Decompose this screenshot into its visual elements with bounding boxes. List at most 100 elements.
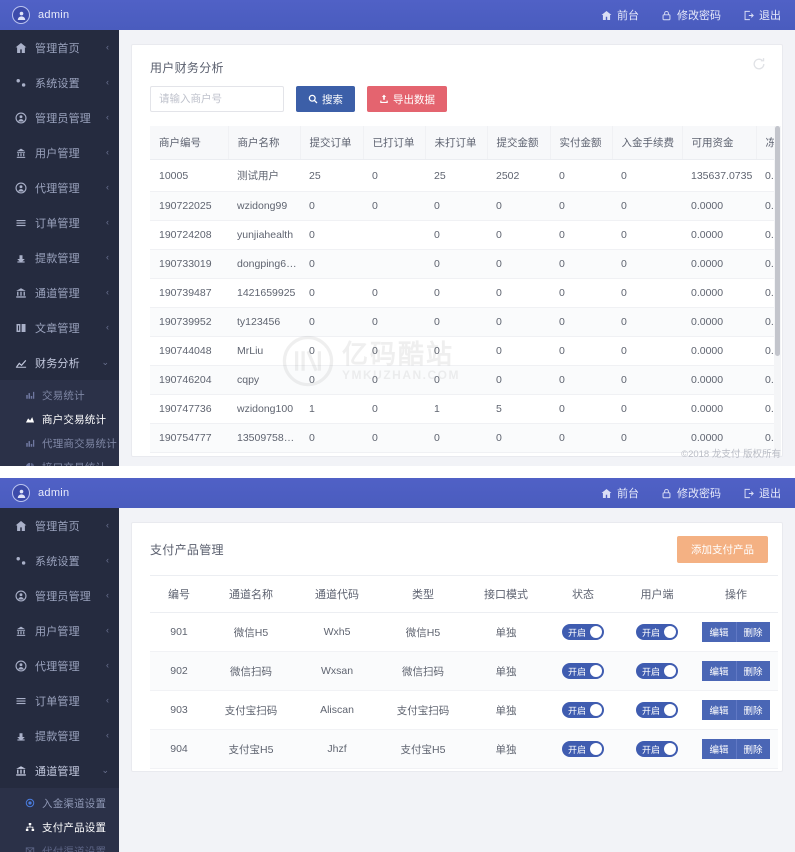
status-toggle[interactable]: 开启 (561, 624, 604, 640)
delete-button[interactable]: 删除 (735, 622, 770, 642)
sidebar: 管理首页 ‹ 系统设置 ‹ 管理员管理 ‹ 用户管理 ‹ 代理管理 ‹ 订单管理 ‹ 提款管理 ‹ 通道管理… (0, 30, 119, 466)
product-row[interactable]: 903 支付宝扫码 Aliscan 支付宝扫码 单独 开启 开启 编辑 删除 (150, 690, 778, 730)
table-row[interactable]: 190739487 1421659925 0 0 0 0 0 0 0.0000 0.0 (150, 278, 781, 308)
topbar-action-logout[interactable]: 退出 (743, 485, 781, 501)
topbar-action-change-password[interactable]: 修改密码 (661, 485, 721, 501)
table-row[interactable]: 190739952 ty123456 0 0 0 0 0 0 0.0000 0.0 (150, 307, 781, 337)
toggle-knob (664, 704, 676, 716)
topbar-actions-2: 前台 修改密码 退出 (601, 478, 781, 508)
topbar-user-area[interactable]: admin (0, 6, 120, 24)
client-toggle[interactable]: 开启 (635, 663, 678, 679)
sidebar2-item-3[interactable]: 用户管理 ‹ (0, 613, 119, 648)
table-cell: 0.0000 (682, 220, 756, 250)
edit-button[interactable]: 编辑 (702, 661, 736, 681)
client-toggle[interactable]: 开启 (635, 624, 678, 640)
sidebar-item-2[interactable]: 管理员管理 ‹ (0, 100, 119, 135)
table-row[interactable]: 190747736 wzidong100 1 0 1 5 0 0 0.0000 0.0 (150, 394, 781, 424)
toggle-knob (664, 665, 676, 677)
product-row[interactable]: 902 微信扫码 Wxsan 微信扫码 单独 开启 开启 编辑 删除 (150, 651, 778, 691)
sidebar-subitem-1[interactable]: 商户交易统计 (0, 407, 119, 431)
table-cell: 0.0000 (682, 278, 756, 308)
product-mode: 单独 (466, 690, 546, 730)
status-toggle[interactable]: 开启 (561, 663, 604, 679)
client-toggle[interactable]: 开启 (635, 702, 678, 718)
home-icon (14, 520, 28, 532)
chevron-icon: ‹ (106, 730, 109, 740)
sidebar-subitem-3[interactable]: 接口交易统计 (0, 455, 119, 466)
sidebar-item-1[interactable]: 系统设置 ‹ (0, 65, 119, 100)
sidebar-item-9[interactable]: 财务分析 ⌄ (0, 345, 119, 380)
edit-button[interactable]: 编辑 (702, 622, 736, 642)
status-toggle[interactable]: 开启 (561, 702, 604, 718)
table-cell: MrLiu (228, 336, 300, 366)
table-row[interactable]: 190744048 MrLiu 0 0 0 0 0 0 0.0000 0.0 (150, 336, 781, 366)
sidebar-item-7[interactable]: 通道管理 ‹ (0, 275, 119, 310)
product-row[interactable]: 901 微信H5 Wxh5 微信H5 单独 开启 开启 编辑 删除 (150, 612, 778, 652)
scrollbar-thumb[interactable] (775, 126, 780, 356)
product-code: Aliscan (294, 690, 380, 730)
sidebar2-item-5[interactable]: 订单管理 ‹ (0, 683, 119, 718)
sidebar-subitem-0[interactable]: 交易统计 (0, 383, 119, 407)
table-cell: 0 (300, 452, 363, 456)
product-actions-cell: 编辑 删除 (694, 729, 778, 769)
sidebar2-item-6[interactable]: 提款管理 ‹ (0, 718, 119, 753)
sidebar-item-6[interactable]: 提款管理 ‹ (0, 240, 119, 275)
product-column-header: 状态 (546, 575, 620, 613)
product-mode: 单独 (466, 651, 546, 691)
table-row[interactable]: 190722025 wzidong99 0 0 0 0 0 0 0.0000 0.0 (150, 191, 781, 221)
product-row[interactable]: 904 支付宝H5 Jhzf 支付宝H5 单独 开启 开启 编辑 删除 (150, 729, 778, 769)
table-cell: 0 (487, 220, 550, 250)
table-row[interactable]: 10005 测试用户 25 0 25 2502 0 0 135637.0735 0.0 (150, 159, 781, 192)
delete-button[interactable]: 删除 (735, 739, 770, 759)
sidebar-item-4[interactable]: 代理管理 ‹ (0, 170, 119, 205)
sidebar2-item-7[interactable]: 通道管理 ⌄ (0, 753, 119, 788)
sidebar2-subitem-0[interactable]: 入金渠道设置 (0, 791, 119, 815)
bar-chart-icon (24, 438, 36, 448)
topbar-action-change-password[interactable]: 修改密码 (661, 7, 721, 23)
add-payment-product-button[interactable]: 添加支付产品 (677, 536, 768, 563)
search-input[interactable] (150, 86, 284, 112)
refresh-icon[interactable] (752, 57, 766, 71)
book-icon (14, 322, 28, 334)
pie-chart-icon (24, 462, 36, 466)
chevron-icon: ‹ (106, 660, 109, 670)
table-row[interactable]: 190733019 dongping68… 0 0 0 0 0 0.0000 0.0 (150, 249, 781, 279)
sidebar-subitem-2[interactable]: 代理商交易统计 (0, 431, 119, 455)
topbar-user-area-2[interactable]: admin (0, 484, 120, 502)
search-button[interactable]: 搜索 (296, 86, 355, 112)
table-cell: 0 (550, 365, 612, 395)
sidebar2-subitem-2[interactable]: 代付渠道设置 (0, 839, 119, 852)
sidebar2-item-1[interactable]: 系统设置 ‹ (0, 543, 119, 578)
table-row[interactable]: 190724208 yunjiahealth 0 0 0 0 0 0.0000 0.0 (150, 220, 781, 250)
client-toggle[interactable]: 开启 (635, 741, 678, 757)
sidebar2-item-2[interactable]: 管理员管理 ‹ (0, 578, 119, 613)
table-cell: 1 (300, 394, 363, 424)
sidebar-item-3[interactable]: 用户管理 ‹ (0, 135, 119, 170)
sidebar2-item-4[interactable]: 代理管理 ‹ (0, 648, 119, 683)
status-toggle[interactable]: 开启 (561, 741, 604, 757)
users-icon (14, 147, 28, 159)
sidebar-item-label: 代理管理 (35, 182, 80, 195)
export-button[interactable]: 导出数据 (367, 86, 447, 112)
table-cell: 0.0000 (682, 336, 756, 366)
topbar-action-logout[interactable]: 退出 (743, 7, 781, 23)
sidebar-item-0[interactable]: 管理首页 ‹ (0, 30, 119, 65)
top-bar-2: admin 前台 修改密码 退出 (0, 478, 795, 508)
topbar-action-frontend[interactable]: 前台 (601, 7, 639, 23)
delete-button[interactable]: 删除 (735, 661, 770, 681)
table-cell: 190746204 (150, 365, 228, 395)
edit-button[interactable]: 编辑 (702, 739, 736, 759)
edit-button[interactable]: 编辑 (702, 700, 736, 720)
table-cell: 190754777 (150, 423, 228, 453)
circle-dot-icon (24, 798, 36, 808)
topbar-action-frontend[interactable]: 前台 (601, 485, 639, 501)
sidebar-item-8[interactable]: 文章管理 ‹ (0, 310, 119, 345)
table-row[interactable]: 190746204 cqpy 0 0 0 0 0 0 0.0000 0.0 (150, 365, 781, 395)
sidebar2-subitem-1[interactable]: 支付产品设置 (0, 815, 119, 839)
financial-table-scroll[interactable]: 商户编号 商户名称 提交订单 已打订单 未打订单 提交金额 实付金额 入金手续费 可用资金冻 1… (150, 126, 781, 456)
sidebar2-item-0[interactable]: 管理首页 ‹ (0, 508, 119, 543)
sidebar-item-5[interactable]: 订单管理 ‹ (0, 205, 119, 240)
vertical-scrollbar[interactable] (774, 126, 781, 456)
table-cell: 0 (550, 452, 612, 456)
delete-button[interactable]: 删除 (735, 700, 770, 720)
